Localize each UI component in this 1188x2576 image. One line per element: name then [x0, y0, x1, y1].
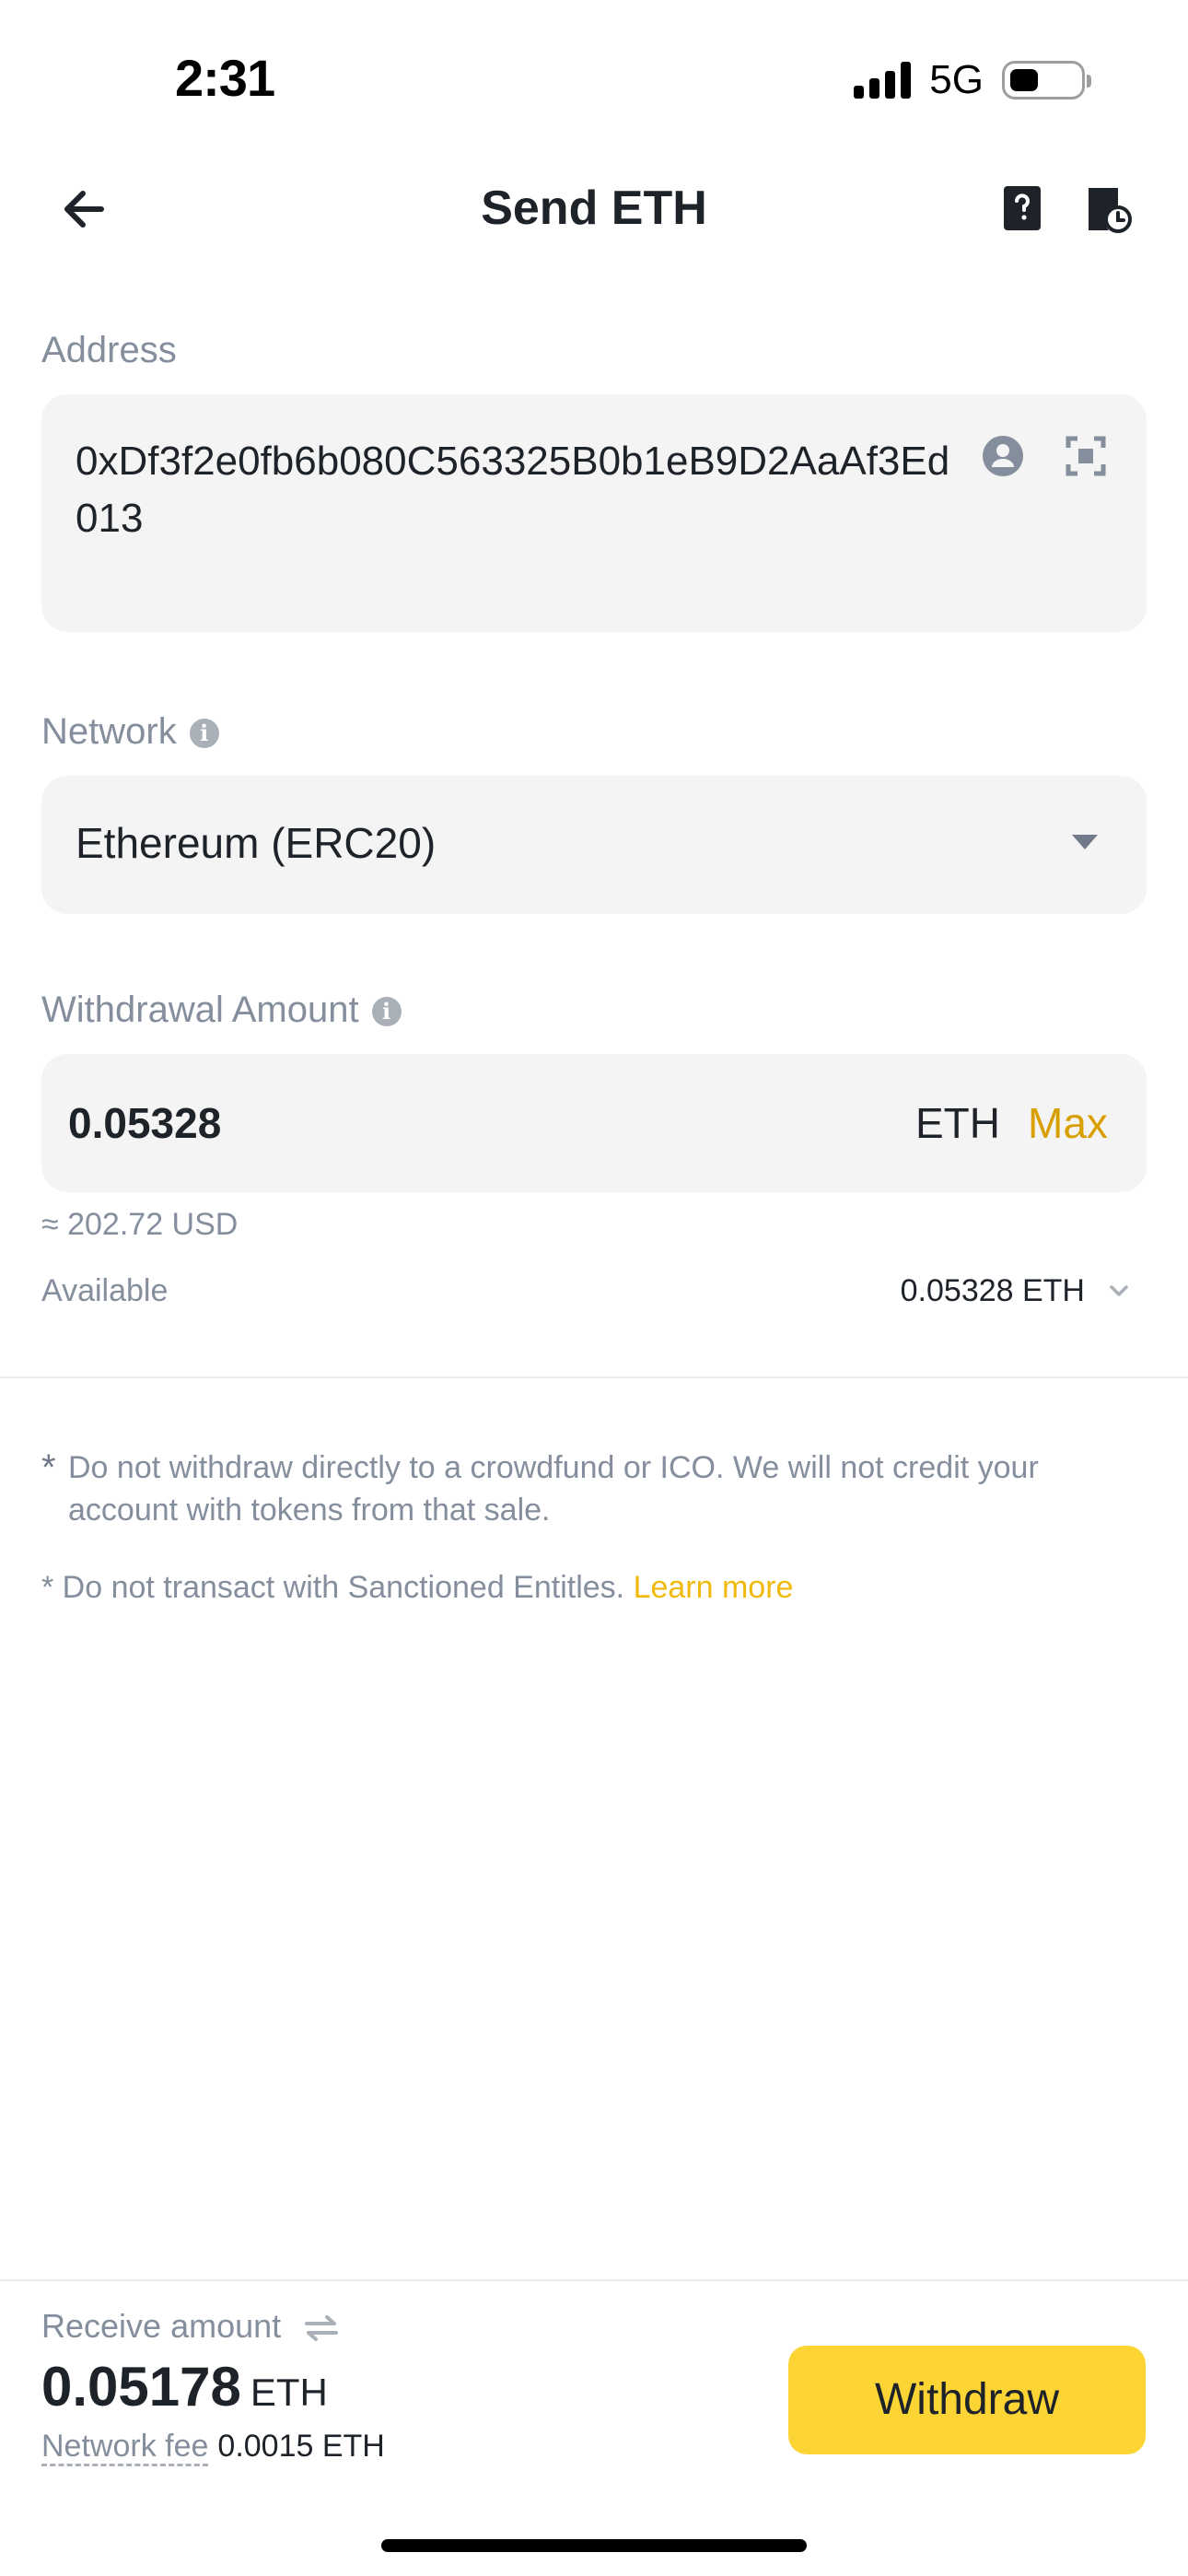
dropdown-caret-icon[interactable] [1072, 835, 1098, 849]
home-indicator [381, 2539, 807, 2552]
receive-amount-unit: ETH [250, 2371, 328, 2414]
network-fee-value: 0.0015 ETH [217, 2429, 385, 2464]
available-label: Available [41, 1273, 169, 1308]
network-fee-label[interactable]: Network fee [41, 2429, 209, 2466]
amount-input[interactable]: 0.05328 [68, 1098, 221, 1148]
available-value[interactable]: 0.05328 ETH [901, 1273, 1085, 1309]
withdrawal-amount-label-text: Withdrawal Amount [41, 989, 359, 1030]
network-type: 5G [929, 57, 984, 102]
receive-amount-label-text: Receive amount [41, 2307, 282, 2345]
network-label-text: Network [41, 711, 177, 752]
help-document-icon[interactable] [996, 182, 1048, 234]
battery-icon [1002, 61, 1091, 100]
info-icon[interactable]: i [189, 719, 219, 749]
scan-icon[interactable] [1065, 435, 1107, 477]
usd-estimate: ≈ 202.72 USD [41, 1207, 239, 1242]
receive-amount-label: Receive amount [41, 2307, 340, 2346]
note-bullet: * [41, 1447, 56, 1488]
note-sanctions-text: * Do not transact with Sanctioned Entitl… [41, 1570, 625, 1605]
history-document-icon[interactable] [1081, 182, 1133, 234]
receive-amount-value: 0.05178 [41, 2356, 241, 2418]
withdraw-button[interactable]: Withdraw [788, 2346, 1146, 2454]
network-selected-value[interactable]: Ethereum (ERC20) [76, 818, 436, 868]
signal-icon [854, 62, 912, 99]
contact-icon[interactable] [982, 435, 1024, 477]
section-divider [0, 1376, 1188, 1378]
bottom-divider [0, 2279, 1188, 2281]
amount-unit: ETH [915, 1099, 1000, 1147]
status-time: 2:31 [175, 49, 275, 107]
withdrawal-amount-label: Withdrawal Amount i [41, 989, 402, 1031]
max-button[interactable]: Max [1028, 1098, 1108, 1148]
receive-amount: 0.05178 ETH [41, 2355, 328, 2418]
network-fee: Network fee 0.0015 ETH [41, 2429, 385, 2466]
address-label: Address [41, 330, 177, 370]
info-icon[interactable]: i [371, 997, 402, 1027]
swap-icon[interactable] [303, 2314, 340, 2342]
status-indicators: 5G [854, 57, 1091, 103]
chevron-down-icon[interactable] [1107, 1279, 1131, 1303]
address-input[interactable]: 0xDf3f2e0fb6b080C563325B0b1eB9D2AaAf3Ed0… [76, 433, 960, 547]
learn-more-link[interactable]: Learn more [634, 1570, 794, 1605]
network-label: Network i [41, 711, 219, 753]
note-crowdfund: Do not withdraw directly to a crowdfund … [68, 1450, 1039, 1528]
note-sanctions: * Do not transact with Sanctioned Entitl… [41, 1566, 1137, 1609]
